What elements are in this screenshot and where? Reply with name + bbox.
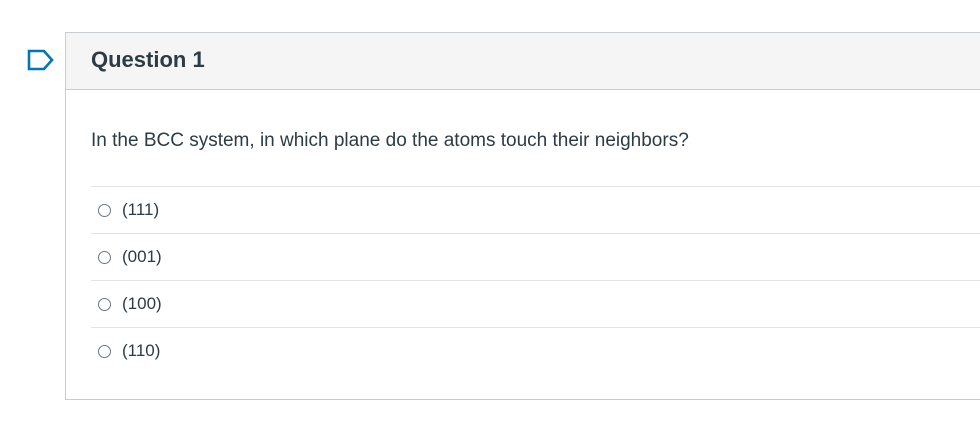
flag-question-icon[interactable] xyxy=(27,49,55,71)
answer-label: (001) xyxy=(122,247,162,266)
question-text: In the BCC system, in which plane do the… xyxy=(91,130,689,151)
question-header: Question 1 xyxy=(66,33,980,90)
answer-label: (111) xyxy=(122,200,160,219)
answer-option[interactable]: (001) xyxy=(91,233,980,280)
question-card: Question 1 In the BCC system, in which p… xyxy=(65,32,980,400)
radio-button[interactable] xyxy=(98,344,111,358)
radio-button[interactable] xyxy=(98,250,111,264)
answer-label: (110) xyxy=(122,341,161,360)
answer-option[interactable]: (111) xyxy=(91,186,980,233)
answer-list: (111) (001) (100) (110) xyxy=(91,186,980,374)
answer-option[interactable]: (110) xyxy=(91,327,980,374)
radio-button[interactable] xyxy=(98,203,111,217)
answer-label: (100) xyxy=(122,294,162,313)
answer-option[interactable]: (100) xyxy=(91,280,980,327)
radio-button[interactable] xyxy=(98,297,111,311)
question-title: Question 1 xyxy=(91,47,205,72)
